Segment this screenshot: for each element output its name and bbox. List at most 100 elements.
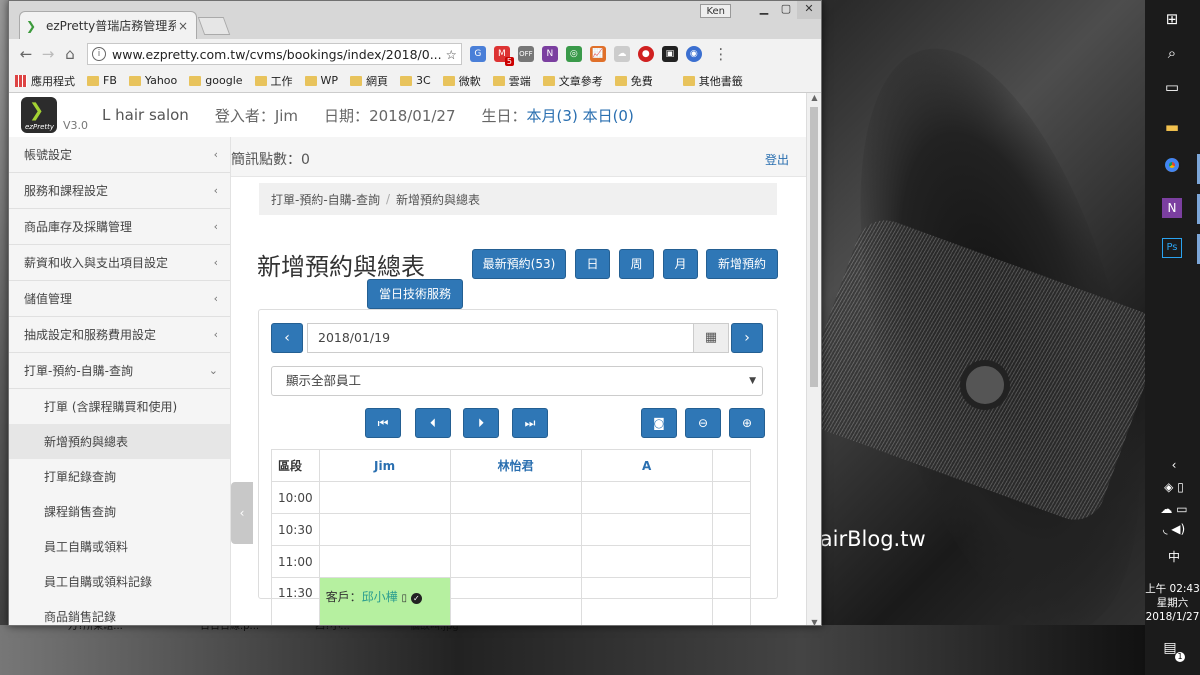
bookmark-star-icon[interactable]: ☆ (446, 47, 457, 62)
column-header[interactable]: A (580, 449, 713, 482)
ime-indicator[interactable]: 中 (1155, 548, 1193, 565)
extension-icon[interactable]: ◎ (565, 46, 582, 62)
sidebar-subitem-bookings[interactable]: 新增預約與總表 (9, 424, 230, 459)
sidebar-item-orders[interactable]: 打單-預約-自購-查詢 ⌄ (9, 353, 230, 389)
first-page-icon[interactable]: ⏮ (365, 408, 401, 438)
week-view-button[interactable]: 周 (619, 249, 654, 279)
file-explorer-icon[interactable]: ▬ (1159, 114, 1185, 140)
tray-wifi-volume-icon[interactable]: ◟ ◀) (1155, 522, 1193, 536)
bookmark-folder[interactable]: 網頁 (350, 73, 388, 89)
bookmark-folder[interactable]: FB (87, 74, 117, 87)
prev-day-button[interactable]: ‹ (271, 323, 303, 353)
sidebar-item-salary[interactable]: 薪資和收入與支出項目設定 ‹ (9, 245, 230, 281)
tech-service-button[interactable]: 當日技術服務 (367, 279, 463, 309)
new-booking-button[interactable]: 新增預約 (706, 249, 778, 279)
step-back-icon[interactable]: ⏴ (415, 408, 451, 438)
home-icon[interactable]: ⌂ (59, 43, 81, 65)
menu-icon[interactable]: ⋮ (710, 43, 732, 65)
close-window-button[interactable]: ✕ (797, 1, 821, 19)
slot-cell[interactable] (711, 577, 752, 625)
next-day-button[interactable]: › (731, 323, 763, 353)
bookmark-folder[interactable]: WP (304, 74, 338, 87)
zoom-out-icon[interactable]: ⊖ (685, 408, 721, 438)
slot-cell[interactable] (580, 481, 713, 514)
sidebar-item-commission[interactable]: 抽成設定和服務費用設定 ‹ (9, 317, 230, 353)
slot-cell[interactable] (711, 513, 752, 546)
search-icon[interactable]: ⌕ (1159, 40, 1185, 66)
column-header[interactable]: 林怡君 (449, 449, 582, 482)
column-header[interactable]: Jim (318, 449, 451, 482)
bookmark-folder[interactable]: 文章參考 (542, 73, 603, 89)
sidebar-item-stored-value[interactable]: 儲值管理 ‹ (9, 281, 230, 317)
slot-cell[interactable] (318, 481, 451, 514)
scrollbar-thumb[interactable] (810, 107, 818, 387)
slot-cell[interactable] (449, 545, 582, 578)
day-view-button[interactable]: 日 (575, 249, 610, 279)
breadcrumb-parent[interactable]: 打單-預約-自購-查詢 (271, 191, 380, 208)
birthday-day-link[interactable]: 本日(0) (583, 107, 634, 125)
bookmark-folder[interactable]: 免費 (614, 73, 653, 89)
sidebar-subitem-product-sales[interactable]: 商品銷售記錄 (9, 599, 230, 625)
sidebar-item-inventory[interactable]: 商品庫存及採購管理 ‹ (9, 209, 230, 245)
slot-cell[interactable] (580, 545, 713, 578)
sidebar-subitem-staff-purchase-records[interactable]: 員工自購或領料記錄 (9, 564, 230, 599)
zoom-in-icon[interactable]: ⊕ (729, 408, 765, 438)
extension-icon[interactable]: ▣ (661, 46, 678, 62)
staff-select[interactable]: 顯示全部員工 ▼ (271, 366, 763, 396)
extension-icon[interactable]: OFF (517, 46, 534, 62)
bookmark-folder[interactable]: 微軟 (442, 73, 481, 89)
forward-arrow-icon[interactable]: → (37, 43, 59, 65)
sidebar-item-services[interactable]: 服務和課程設定 ‹ (9, 173, 230, 209)
slot-cell[interactable] (449, 481, 582, 514)
bookmark-folder[interactable]: google (189, 74, 243, 87)
page-scrollbar[interactable]: ▲ ▼ (806, 93, 821, 625)
bookmark-other[interactable]: 其他書籤 (682, 73, 743, 89)
step-forward-icon[interactable]: ⏵ (463, 408, 499, 438)
gmail-extension-icon[interactable]: M5 (493, 46, 514, 66)
slot-cell[interactable] (580, 577, 713, 625)
windows-start-icon[interactable]: ⊞ (1159, 6, 1185, 32)
slot-cell[interactable] (711, 481, 752, 514)
month-view-button[interactable]: 月 (663, 249, 698, 279)
onenote-extension-icon[interactable]: N (541, 46, 558, 62)
slot-cell[interactable] (580, 513, 713, 546)
logout-link[interactable]: 登出 (765, 151, 789, 168)
bookmark-folder[interactable]: Yahoo (128, 74, 177, 87)
chrome-icon[interactable] (1159, 156, 1185, 182)
slot-cell[interactable] (711, 545, 752, 578)
extension-icon[interactable]: ◉ (685, 46, 702, 62)
scroll-down-icon[interactable]: ▼ (807, 618, 821, 625)
tab-close-icon[interactable]: × (176, 19, 190, 33)
tray-expand-icon[interactable]: ‹ (1155, 458, 1193, 472)
client-name-link[interactable]: 邱小樺 (362, 590, 398, 604)
slot-cell[interactable] (318, 545, 451, 578)
date-field[interactable]: 2018/01/19 (307, 323, 729, 353)
sidebar-subitem-checkout[interactable]: 打單 (含課程購買和使用) (9, 389, 230, 424)
tray-shield-icon[interactable]: ◈ ▯ (1155, 480, 1193, 494)
site-info-icon[interactable]: i (92, 47, 106, 61)
calendar-icon[interactable]: ▦ (693, 323, 729, 353)
slot-cell[interactable] (318, 513, 451, 546)
new-tab-button[interactable] (197, 17, 231, 35)
ezpretty-logo[interactable]: ❯ ezPretty (21, 97, 57, 133)
onenote-icon[interactable]: N (1162, 198, 1182, 218)
back-arrow-icon[interactable]: ← (15, 43, 37, 65)
bookmark-apps[interactable]: 應用程式 (15, 73, 75, 89)
birthday-month-link[interactable]: 本月(3) (527, 107, 578, 125)
slot-cell[interactable] (449, 577, 582, 625)
bookmark-folder[interactable]: 工作 (254, 73, 293, 89)
photoshop-icon[interactable]: Ps (1162, 238, 1182, 258)
extension-icon[interactable]: ☁ (613, 46, 630, 62)
sidebar-subitem-course-sales[interactable]: 課程銷售查詢 (9, 494, 230, 529)
profile-button[interactable]: Ken (700, 4, 731, 18)
minimize-button[interactable]: ▁ (753, 1, 775, 19)
address-bar[interactable]: i www.ezpretty.com.tw/cvms/bookings/inde… (87, 43, 462, 65)
browser-tab[interactable]: ❯ ezPretty普瑞店務管理系 × (19, 11, 197, 39)
sidebar-subitem-staff-purchase[interactable]: 員工自購或領料 (9, 529, 230, 564)
latest-bookings-button[interactable]: 最新預約(53) (472, 249, 566, 279)
camera-icon[interactable]: ◙ (641, 408, 677, 438)
extension-icon[interactable]: G (469, 46, 486, 62)
bookmark-folder[interactable]: 雲端 (492, 73, 531, 89)
maximize-button[interactable]: ▢ (775, 1, 797, 19)
chart-extension-icon[interactable]: 📈 (589, 46, 606, 62)
